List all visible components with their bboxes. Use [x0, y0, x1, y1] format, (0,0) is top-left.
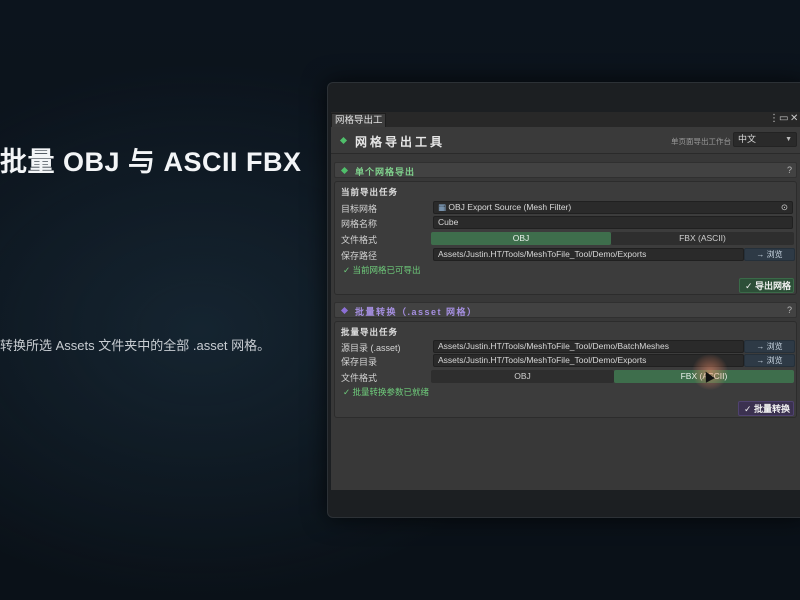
target-mesh-label: 目标网格: [341, 204, 378, 214]
help-icon[interactable]: ?: [787, 305, 792, 315]
language-value: 中文: [738, 134, 757, 144]
save-path-field[interactable]: Assets/Justin.HT/Tools/MeshToFile_Tool/D…: [433, 248, 744, 261]
chevron-down-icon: ▼: [785, 136, 792, 143]
close-icon[interactable]: ✕: [790, 113, 798, 125]
single-export-status: ✓ 当前网格已可导出: [343, 265, 421, 275]
tab-bar: 网格导出工具 ⋮ ▭ ✕: [331, 112, 800, 139]
single-export-section-header[interactable]: 单个网格导出 ?: [334, 162, 797, 178]
object-picker-icon[interactable]: ⊙: [781, 202, 788, 213]
single-export-section-title: 单个网格导出: [355, 167, 416, 177]
diamond-icon: [340, 166, 349, 175]
batch-convert-section-header[interactable]: 批量转换（.asset 网格） ?: [334, 302, 797, 318]
panel-title: 当前导出任务: [341, 187, 399, 197]
save-dir-label: 保存目录: [341, 357, 378, 367]
format-label: 文件格式: [341, 235, 378, 245]
batch-convert-button[interactable]: ✓ 批量转换: [738, 401, 794, 416]
batch-convert-section-title: 批量转换（.asset 网格）: [355, 307, 478, 317]
browse-button[interactable]: → 浏览: [744, 340, 795, 353]
slide-description: 转换所选 Assets 文件夹中的全部 .asset 网格。: [0, 338, 271, 353]
diamond-icon: [340, 306, 349, 315]
format-option-fbx-ascii[interactable]: FBX (ASCII): [611, 232, 794, 245]
single-export-panel: 当前导出任务 目标网格 ▦ OBJ Export Source (Mesh Fi…: [334, 181, 797, 295]
format-option-obj[interactable]: OBJ: [431, 232, 611, 245]
source-dir-label: 源目录 (.asset): [341, 343, 401, 353]
help-icon[interactable]: ?: [787, 165, 792, 175]
mesh-export-editor: 网格导出工具 ⋮ ▭ ✕ 网格导出工具 单页面导出工作台 中文 ▼ 单个网格导出…: [331, 112, 800, 490]
mesh-name-input[interactable]: Cube: [433, 216, 793, 229]
format-label: 文件格式: [341, 373, 378, 383]
batch-convert-status: ✓ 批量转换参数已就绪: [343, 387, 429, 397]
format-option-obj[interactable]: OBJ: [431, 370, 614, 383]
page-title: 网格导出工具: [355, 135, 446, 149]
mesh-name-label: 网格名称: [341, 219, 378, 229]
language-select[interactable]: 中文 ▼: [733, 132, 797, 147]
target-mesh-value: OBJ Export Source (Mesh Filter): [448, 202, 572, 212]
slide-title: 批量 OBJ 与 ASCII FBX: [0, 147, 302, 177]
header-subtitle: 单页面导出工作台: [671, 137, 731, 146]
browse-button[interactable]: → 浏览: [744, 354, 795, 367]
save-path-label: 保存路径: [341, 251, 378, 261]
tool-header: 网格导出工具 单页面导出工作台 中文 ▼: [331, 127, 800, 154]
kebab-menu-icon[interactable]: ⋮: [769, 113, 779, 125]
source-dir-field[interactable]: Assets/Justin.HT/Tools/MeshToFile_Tool/D…: [433, 340, 744, 353]
export-mesh-button[interactable]: ✓ 导出网格: [739, 278, 794, 293]
panel-title: 批量导出任务: [341, 327, 399, 337]
mesh-filter-icon: ▦: [438, 202, 447, 212]
tab-mesh-export-tool[interactable]: 网格导出工具: [331, 113, 386, 139]
diamond-icon: [339, 136, 348, 145]
browse-button[interactable]: → 浏览: [744, 248, 795, 261]
target-mesh-field[interactable]: ▦ OBJ Export Source (Mesh Filter) ⊙: [433, 201, 793, 214]
maximize-icon[interactable]: ▭: [779, 113, 788, 125]
